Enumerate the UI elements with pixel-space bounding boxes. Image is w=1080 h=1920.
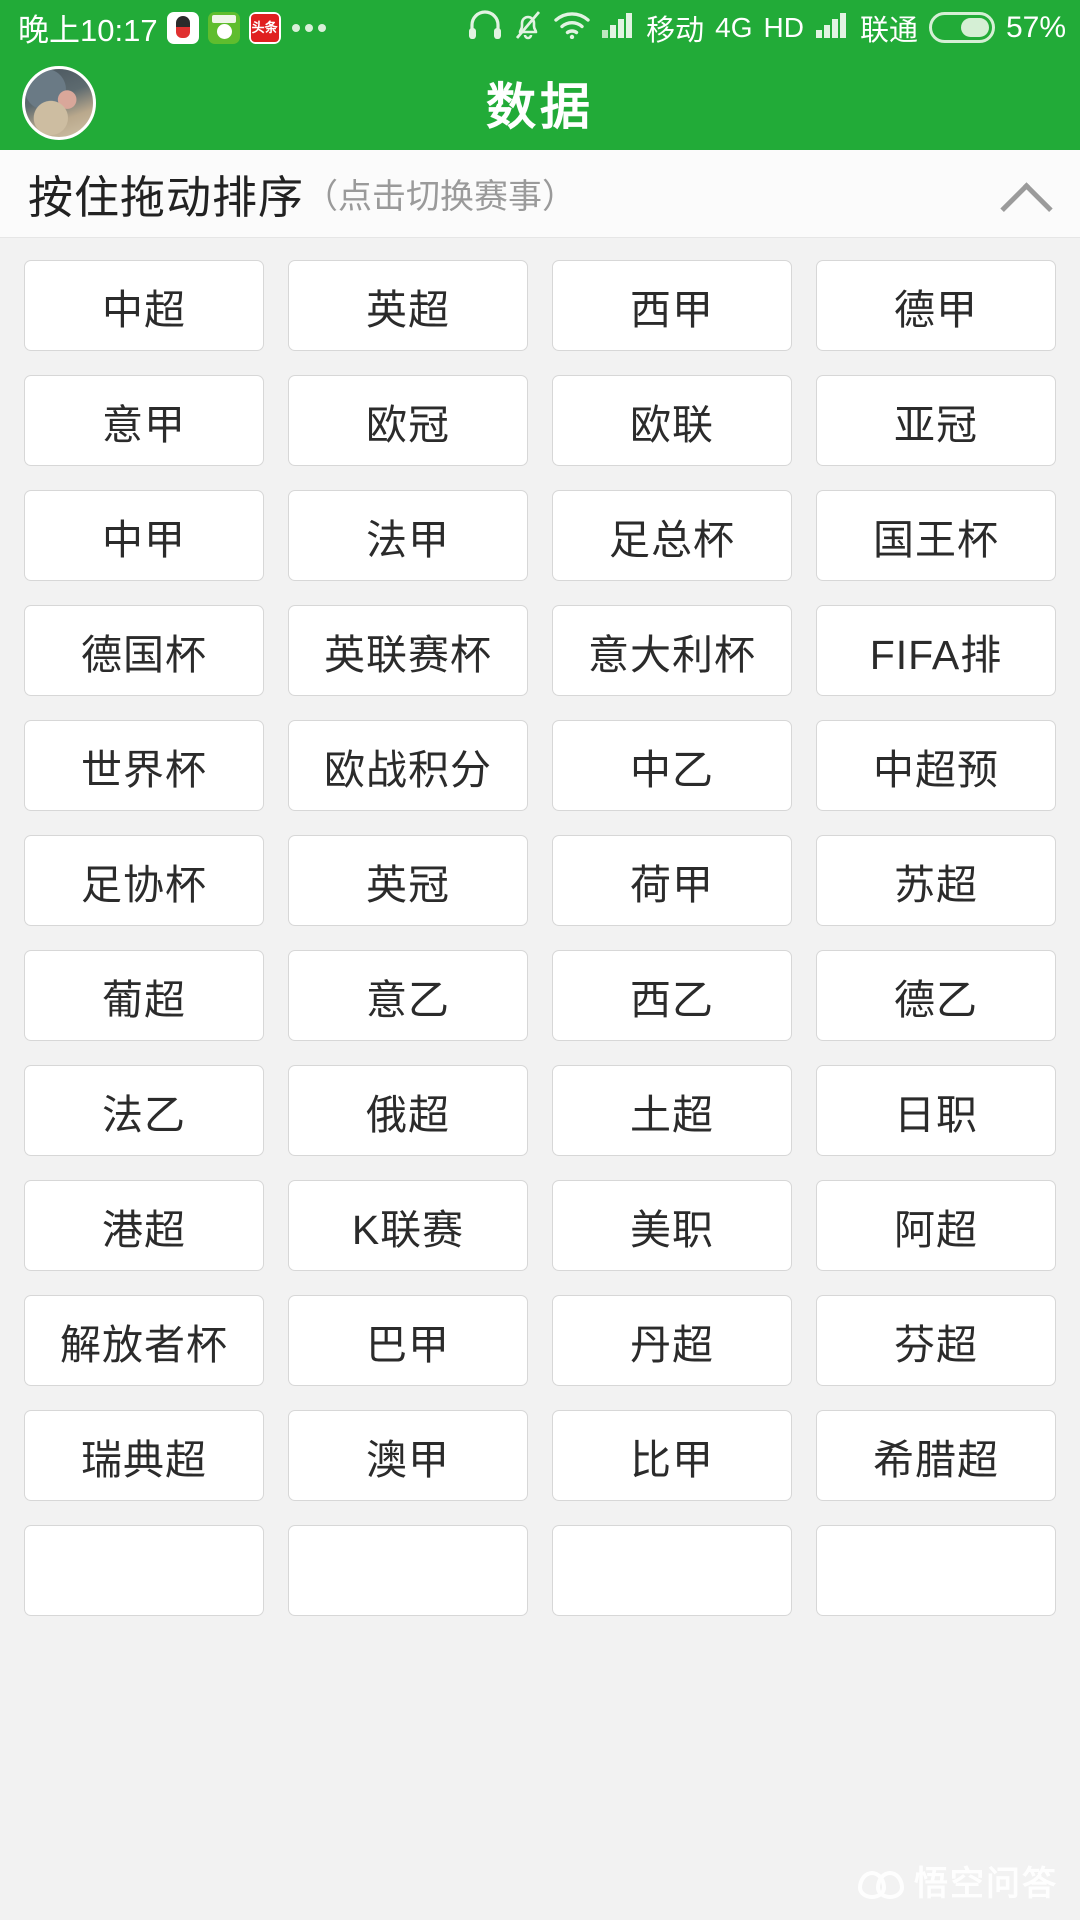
league-tile[interactable]: 葡超: [24, 950, 264, 1041]
league-tile[interactable]: [24, 1525, 264, 1616]
league-tile[interactable]: 西乙: [552, 950, 792, 1041]
app-header: 数据: [0, 55, 1080, 150]
watermark-label: 悟空问答: [914, 1865, 1058, 1903]
league-tile[interactable]: K联赛: [288, 1180, 528, 1271]
league-tile[interactable]: 中超预: [816, 720, 1056, 811]
toutiao-icon: 头条: [248, 11, 281, 44]
league-tile[interactable]: 芬超: [816, 1295, 1056, 1386]
soccer-app-icon: [207, 11, 240, 44]
league-tile[interactable]: 德甲: [816, 260, 1056, 351]
wukong-logo-icon: [858, 1868, 904, 1899]
league-tile[interactable]: 英超: [288, 260, 528, 351]
league-tile[interactable]: 丹超: [552, 1295, 792, 1386]
league-tile[interactable]: 澳甲: [288, 1410, 528, 1501]
league-tile[interactable]: 阿超: [816, 1180, 1056, 1271]
more-apps-icon: [291, 23, 326, 32]
battery-percent-label: 57%: [1005, 10, 1066, 44]
league-tile[interactable]: 意乙: [288, 950, 528, 1041]
league-tile[interactable]: 荷甲: [552, 835, 792, 926]
league-tile[interactable]: 英冠: [288, 835, 528, 926]
signal-bars-icon: [601, 11, 635, 44]
league-tile[interactable]: 欧战积分: [288, 720, 528, 811]
watermark: 悟空问答: [858, 1856, 1058, 1905]
hd-label: HD: [763, 11, 804, 43]
league-tile[interactable]: 美职: [552, 1180, 792, 1271]
league-tile[interactable]: 比甲: [552, 1410, 792, 1501]
wifi-icon: [554, 11, 590, 44]
battery-icon: [928, 12, 995, 43]
status-bar-left: 晚上10:17 头条: [18, 5, 326, 50]
league-tile[interactable]: 足协杯: [24, 835, 264, 926]
league-tile[interactable]: 中超: [24, 260, 264, 351]
league-tile[interactable]: 世界杯: [24, 720, 264, 811]
league-tile[interactable]: 法乙: [24, 1065, 264, 1156]
league-tile[interactable]: 巴甲: [288, 1295, 528, 1386]
league-tile[interactable]: 苏超: [816, 835, 1056, 926]
sort-section-header[interactable]: 按住拖动排序 （点击切换赛事）: [0, 150, 1080, 238]
status-bar-right: 移动 4G HD 联通 57%: [468, 7, 1066, 49]
network-type-label: 4G: [715, 11, 753, 43]
league-tile[interactable]: 意大利杯: [552, 605, 792, 696]
league-tile[interactable]: [288, 1525, 528, 1616]
league-tile[interactable]: [816, 1525, 1056, 1616]
league-tile[interactable]: 港超: [24, 1180, 264, 1271]
league-tile[interactable]: 德国杯: [24, 605, 264, 696]
status-clock: 晚上10:17: [18, 13, 158, 48]
league-tile[interactable]: 国王杯: [816, 490, 1056, 581]
sort-hint-label: 按住拖动排序: [28, 172, 305, 223]
league-tile[interactable]: 希腊超: [816, 1410, 1056, 1501]
chevron-up-icon[interactable]: [1000, 168, 1052, 220]
league-tile[interactable]: 解放者杯: [24, 1295, 264, 1386]
carrier-secondary-label: 联通: [859, 14, 918, 47]
qq-icon: [166, 11, 199, 44]
page-title: 数据: [486, 78, 594, 135]
league-tile[interactable]: 中甲: [24, 490, 264, 581]
league-tile[interactable]: 土超: [552, 1065, 792, 1156]
avatar[interactable]: [22, 65, 96, 140]
league-tile[interactable]: 中乙: [552, 720, 792, 811]
league-tile[interactable]: 意甲: [24, 375, 264, 466]
league-tile[interactable]: 英联赛杯: [288, 605, 528, 696]
bell-muted-icon: [513, 9, 543, 46]
league-tile[interactable]: 欧联: [552, 375, 792, 466]
league-tile[interactable]: 德乙: [816, 950, 1056, 1041]
league-tile[interactable]: 欧冠: [288, 375, 528, 466]
league-tile[interactable]: 西甲: [552, 260, 792, 351]
league-tile[interactable]: 亚冠: [816, 375, 1056, 466]
headset-icon: [468, 10, 502, 45]
league-tile[interactable]: 瑞典超: [24, 1410, 264, 1501]
league-tile[interactable]: 日职: [816, 1065, 1056, 1156]
league-grid: 中超 英超 西甲 德甲意甲 欧冠 欧联 亚冠中甲 法甲 足总杯 国王杯德国杯 英联赛杯 意大利杯 FIF…: [24, 260, 1056, 1616]
league-tile[interactable]: FIFA排: [816, 605, 1056, 696]
league-tile[interactable]: 俄超: [288, 1065, 528, 1156]
carrier-primary-label: 移动: [646, 14, 705, 47]
toutiao-label: 头条: [250, 13, 279, 42]
league-grid-container: 中超 英超 西甲 德甲意甲 欧冠 欧联 亚冠中甲 法甲 足总杯 国王杯德国杯 英联赛杯 意大利杯 FIF…: [0, 238, 1080, 1919]
signal-bars-icon-secondary: [815, 11, 849, 44]
status-bar: 晚上10:17 头条 移动 4G HD 联通 57%: [0, 0, 1080, 55]
league-tile[interactable]: [552, 1525, 792, 1616]
league-tile[interactable]: 法甲: [288, 490, 528, 581]
league-tile[interactable]: 足总杯: [552, 490, 792, 581]
switch-league-hint-label: （点击切换赛事）: [304, 178, 577, 216]
